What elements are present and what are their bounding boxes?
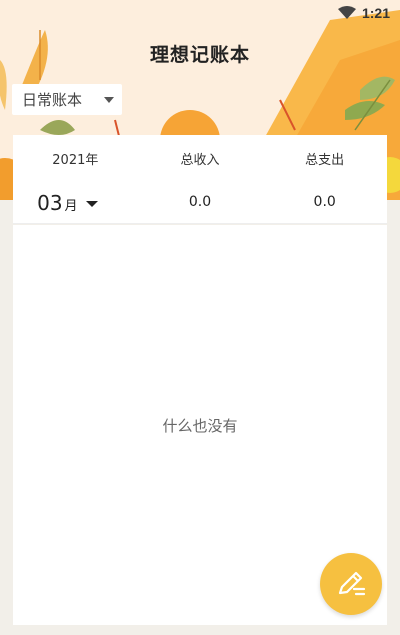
status-time: 1:21 [361,5,390,21]
summary-values-row: 03 月 0.0 0.0 [13,191,387,215]
income-label-cell: 总收入 [138,149,263,168]
status-bar: 1:21 [0,0,400,26]
year-label: 2021年 [52,153,99,168]
year-cell: 2021年 [13,149,138,168]
expense-label-cell: 总支出 [262,149,387,168]
expense-value-cell: 0.0 [262,191,387,215]
account-select-dropdown[interactable]: 日常账本 [12,84,122,115]
empty-state-text: 什么也没有 [162,417,238,435]
income-label: 总收入 [180,153,220,168]
income-value: 0.0 [188,194,212,210]
caret-down-icon [85,201,98,207]
summary-labels-row: 2021年 总收入 总支出 [13,149,387,168]
caret-down-icon [104,97,114,103]
add-record-button[interactable] [320,553,382,615]
month-picker[interactable]: 03 月 [37,191,98,215]
account-select-label: 日常账本 [22,91,83,109]
expense-value: 0.0 [313,194,336,210]
summary-card: 2021年 总收入 总支出 03 月 0.0 0.0 [13,135,387,224]
wifi-icon [337,6,356,19]
month-cell: 03 月 [13,191,138,215]
income-value-cell: 0.0 [138,191,263,215]
month-unit: 月 [64,199,78,214]
pencil-icon [338,571,366,596]
page-title: 理想记账本 [149,44,250,66]
expense-label: 总支出 [305,153,345,168]
month-number: 03 [37,191,63,215]
